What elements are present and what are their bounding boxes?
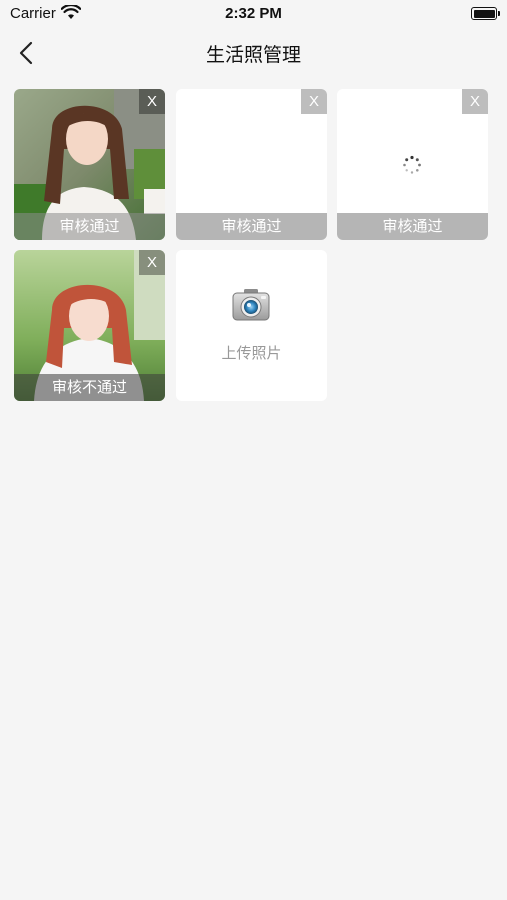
review-status-label: 审核不通过 — [14, 374, 165, 401]
review-status-label: 审核通过 — [14, 213, 165, 240]
delete-photo-button[interactable]: X — [301, 89, 327, 114]
loading-spinner-icon — [403, 155, 421, 174]
battery-icon — [471, 7, 500, 20]
photo-tile[interactable]: X 审核通过 — [14, 89, 165, 240]
page-title: 生活照管理 — [205, 44, 301, 66]
photo-tile[interactable]: X 审核不通过 — [14, 250, 165, 401]
camera-icon — [232, 289, 270, 321]
upload-photo-label: 上传照片 — [221, 344, 282, 362]
photo-tile[interactable]: X 审核通过 — [176, 89, 327, 240]
review-status-label: 审核通过 — [176, 213, 327, 240]
status-bar: Carrier 2:32 PM — [0, 0, 507, 28]
upload-photo-button[interactable]: 上传照片 — [176, 250, 327, 401]
delete-photo-button[interactable]: X — [139, 250, 165, 275]
delete-photo-button[interactable]: X — [462, 89, 488, 114]
status-time: 2:32 PM — [225, 5, 282, 22]
nav-bar: 生活照管理 — [0, 28, 507, 78]
photo-tile[interactable]: X 审核通过 — [337, 89, 488, 240]
delete-photo-button[interactable]: X — [139, 89, 165, 114]
review-status-label: 审核通过 — [337, 213, 488, 240]
